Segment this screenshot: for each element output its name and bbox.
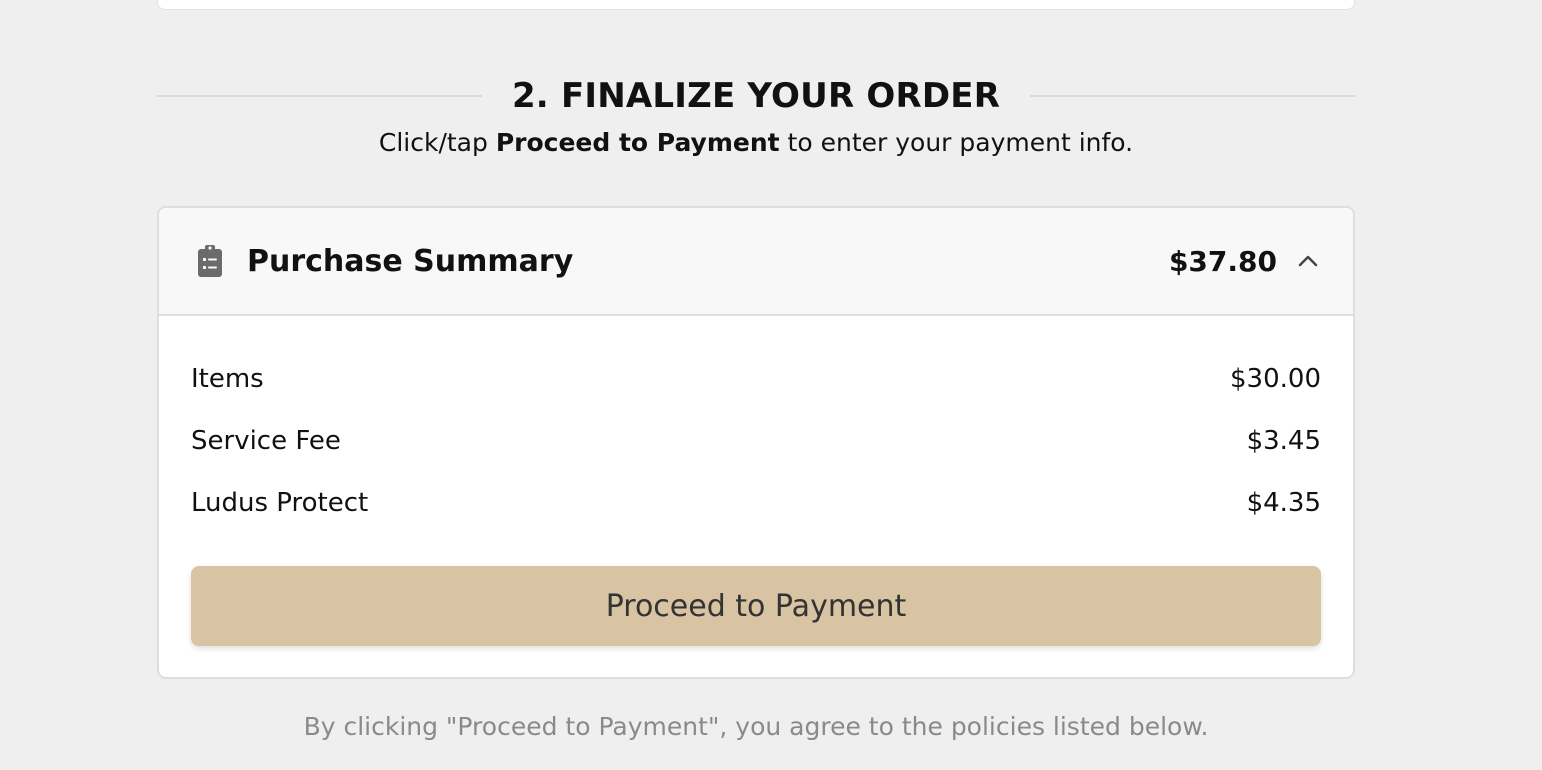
line-item-label: Service Fee <box>191 426 341 456</box>
instruction-bold: Proceed to Payment <box>495 128 780 157</box>
instruction-prefix: Click/tap <box>378 128 496 157</box>
line-item-label: Items <box>191 364 264 394</box>
line-item-amount: $3.45 <box>1246 426 1321 456</box>
line-item-label: Ludus Protect <box>191 488 369 518</box>
chevron-up-icon[interactable] <box>1295 248 1321 274</box>
policy-disclaimer: By clicking "Proceed to Payment", you ag… <box>303 712 1209 741</box>
line-item-amount: $4.35 <box>1246 488 1321 518</box>
line-item-service-fee: Service Fee $3.45 <box>191 410 1321 472</box>
purchase-summary-body: Items $30.00 Service Fee $3.45 Ludus Pro… <box>159 316 1353 646</box>
heading-divider-left <box>157 95 482 97</box>
line-item-amount: $30.00 <box>1230 364 1321 394</box>
purchase-summary-card: Purchase Summary $37.80 Items $30.00 Ser… <box>157 206 1355 679</box>
clipboard-list-icon <box>197 244 223 278</box>
purchase-summary-title: Purchase Summary <box>247 243 574 279</box>
section-heading: 2. FINALIZE YOUR ORDER <box>157 72 1356 120</box>
heading-divider-right <box>1030 95 1356 97</box>
purchase-summary-header[interactable]: Purchase Summary $37.80 <box>159 208 1353 316</box>
purchase-summary-total: $37.80 <box>1168 244 1277 278</box>
line-item-items: Items $30.00 <box>191 348 1321 410</box>
instruction-text: Click/tap Proceed to Payment to enter yo… <box>157 128 1355 157</box>
page-title: 2. FINALIZE YOUR ORDER <box>511 76 1001 116</box>
previous-section-card <box>157 0 1355 10</box>
proceed-to-payment-button[interactable]: Proceed to Payment <box>191 566 1321 646</box>
instruction-suffix: to enter your payment info. <box>779 128 1134 157</box>
line-item-ludus-protect: Ludus Protect $4.35 <box>191 472 1321 534</box>
